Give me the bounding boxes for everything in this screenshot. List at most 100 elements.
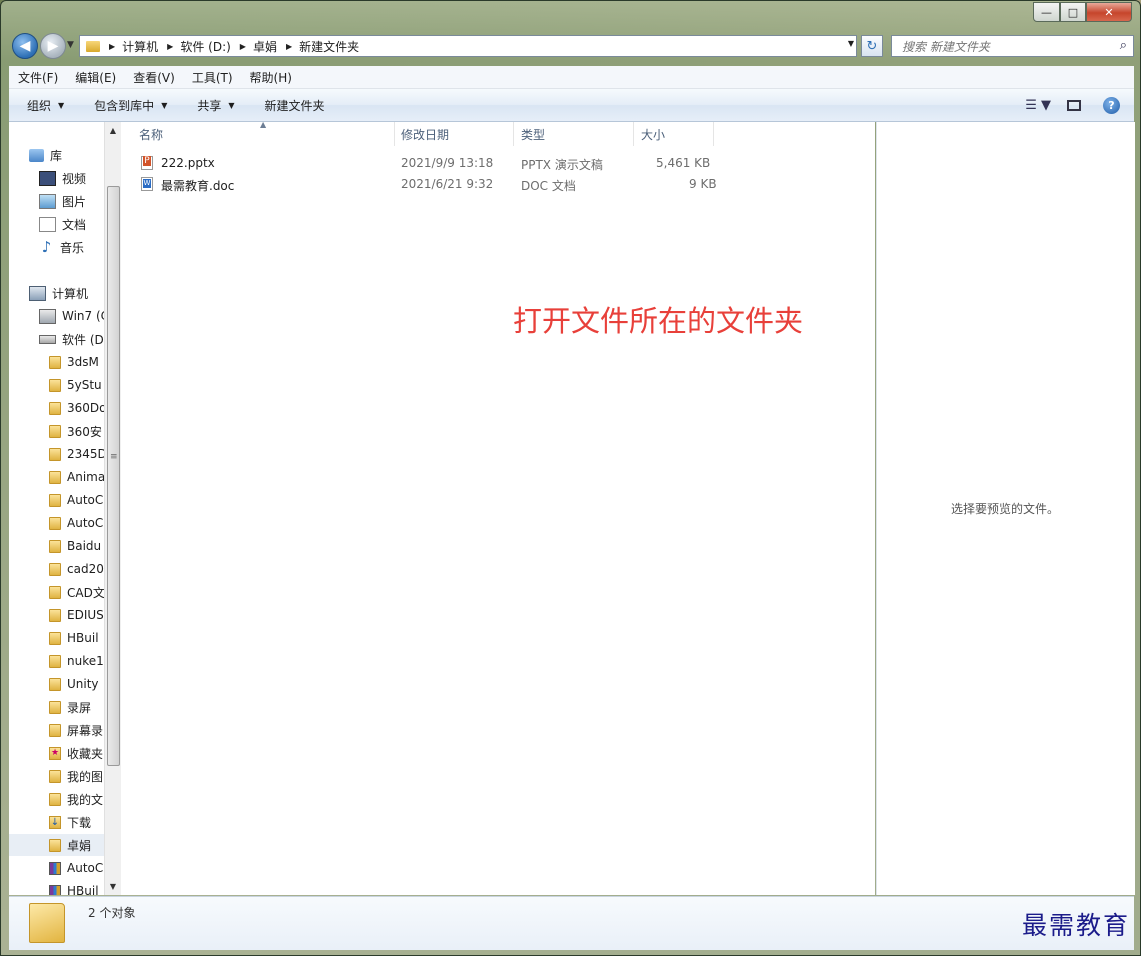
menu-bar: 文件(F) 编辑(E) 查看(V) 工具(T) 帮助(H) (9, 66, 1134, 89)
sidebar-item-folder[interactable]: AutoC (49, 489, 103, 511)
folder-icon (49, 378, 61, 392)
picture-library-icon (39, 193, 56, 209)
address-bar[interactable]: ▶ 计算机 ▶ 软件 (D:) ▶ 卓娟 ▶ 新建文件夹 ▼ (79, 35, 857, 57)
breadcrumb-arrow-icon[interactable]: ▶ (109, 42, 115, 51)
menu-file[interactable]: 文件(F) (9, 69, 66, 86)
close-button[interactable]: ✕ (1086, 2, 1132, 22)
sidebar-item-folder[interactable]: CAD文 (49, 581, 105, 603)
menu-tools[interactable]: 工具(T) (183, 69, 241, 86)
address-dropdown-icon[interactable]: ▼ (848, 39, 854, 48)
sidebar-item-folder[interactable]: 录屏 (49, 696, 91, 718)
breadcrumb-arrow-icon[interactable]: ▶ (286, 42, 292, 51)
menu-view[interactable]: 查看(V) (124, 69, 183, 86)
organize-button[interactable]: 组织 ▼ (27, 97, 64, 114)
sidebar-item-documents[interactable]: 文档 (39, 213, 86, 235)
sidebar-item-label: 我的图 (67, 769, 104, 784)
organize-label: 组织 (27, 98, 52, 113)
minimize-button[interactable]: — (1033, 2, 1060, 22)
sidebar-item-pictures[interactable]: 图片 (39, 190, 86, 212)
sidebar-item-music[interactable]: ♪ 音乐 (39, 236, 84, 258)
sidebar-item-drive-c[interactable]: Win7 (C (39, 305, 109, 327)
column-header-type[interactable]: 类型 (513, 122, 634, 146)
sidebar-item-label: AutoC (67, 516, 104, 530)
breadcrumb-zhuojuan[interactable]: 卓娟 (253, 38, 277, 55)
new-folder-button[interactable]: 新建文件夹 (265, 97, 325, 114)
sidebar-item-drive-d[interactable]: 软件 (D: (39, 328, 108, 350)
sidebar-item-label: 视频 (62, 171, 87, 186)
back-button[interactable]: ◀ (12, 33, 38, 59)
column-header-size[interactable]: 大小 (633, 122, 714, 146)
maximize-button[interactable]: □ (1060, 2, 1086, 22)
scroll-down-icon[interactable]: ▼ (105, 878, 121, 895)
sidebar-item-folder[interactable]: 360Do (49, 397, 107, 419)
view-options-icon[interactable]: ☰ ▼ (1025, 98, 1051, 113)
folder-icon (49, 447, 61, 461)
breadcrumb-arrow-icon[interactable]: ▶ (167, 42, 173, 51)
sidebar-item-library[interactable]: 库 (29, 144, 62, 166)
table-row[interactable]: 222.pptx 2021/9/9 13:18 PPTX 演示文稿 5,461 … (137, 153, 857, 174)
scroll-up-icon[interactable]: ▲ (105, 122, 121, 139)
breadcrumb-drive-d[interactable]: 软件 (D:) (180, 38, 230, 55)
file-type: DOC 文档 (521, 179, 576, 193)
computer-icon (29, 285, 46, 301)
navigation-scrollbar[interactable]: ▲ ≡ ▼ (104, 122, 121, 895)
help-icon[interactable]: ? (1103, 96, 1120, 114)
sidebar-item-folder[interactable]: ★ 收藏夹 (49, 742, 103, 764)
forward-arrow-icon: ▶ (47, 38, 59, 54)
sidebar-item-folder[interactable]: 360安 (49, 420, 102, 442)
sidebar-item-folder[interactable]: EDIUS (49, 604, 104, 626)
breadcrumb-new-folder[interactable]: 新建文件夹 (299, 38, 359, 55)
folder-icon (49, 493, 61, 507)
preview-pane: 选择要预览的文件。 (876, 122, 1135, 895)
preview-placeholder: 选择要预览的文件。 (951, 502, 1060, 516)
folder-icon (49, 539, 61, 553)
sidebar-item-label: nuke1 (67, 654, 104, 668)
table-row[interactable]: 最需教育.doc 2021/6/21 9:32 DOC 文档 9 KB (137, 174, 857, 195)
menu-edit[interactable]: 编辑(E) (66, 69, 124, 86)
sidebar-item-label: 屏幕录 (67, 723, 104, 738)
column-header-date[interactable]: 修改日期 (393, 122, 514, 146)
sidebar-item-folder[interactable]: Unity (49, 673, 99, 695)
preview-pane-icon[interactable] (1067, 99, 1081, 111)
scrollbar-thumb[interactable] (107, 186, 120, 766)
refresh-button[interactable]: ↻ (861, 35, 883, 57)
document-folder-icon (49, 769, 61, 783)
sidebar-item-label: HBuil (67, 884, 99, 895)
recent-pages-dropdown-icon[interactable]: ▼ (67, 40, 74, 50)
sidebar-item-folder[interactable]: cad20 (49, 558, 104, 580)
sidebar-item-computer[interactable]: 计算机 (29, 282, 88, 304)
video-library-icon (39, 170, 56, 186)
search-box[interactable]: ⌕ (891, 35, 1134, 57)
sidebar-item-folder[interactable]: AutoC (49, 857, 103, 879)
menu-help[interactable]: 帮助(H) (241, 69, 300, 86)
sidebar-item-folder[interactable]: HBuil (49, 880, 99, 895)
sidebar-item-folder[interactable]: 5yStu (49, 374, 102, 396)
forward-button[interactable]: ▶ (40, 33, 66, 59)
sidebar-item-videos[interactable]: 视频 (39, 167, 86, 189)
sidebar-item-folder[interactable]: AutoC (49, 512, 103, 534)
file-list: 名称 ▲ 修改日期 类型 大小 222.pptx 2021/9/9 13:18 … (121, 120, 875, 895)
folder-icon (49, 401, 61, 415)
sidebar-item-folder[interactable]: Anima (49, 466, 105, 488)
sidebar-item-label: 音乐 (60, 240, 85, 255)
sort-ascending-icon: ▲ (260, 120, 267, 129)
sidebar-item-folder[interactable]: ↓ 下载 (49, 811, 91, 833)
search-input[interactable] (900, 37, 1104, 57)
file-type: PPTX 演示文稿 (521, 158, 603, 172)
annotation-text: 打开文件所在的文件夹 (513, 304, 804, 338)
sidebar-item-folder[interactable]: 3dsM (49, 351, 99, 373)
sidebar-item-folder[interactable]: 我的文 (49, 788, 103, 810)
sidebar-item-folder[interactable]: 2345D (49, 443, 107, 465)
sidebar-item-folder[interactable]: 屏幕录 (49, 719, 103, 741)
search-icon[interactable]: ⌕ (1120, 38, 1127, 53)
breadcrumb-arrow-icon[interactable]: ▶ (240, 42, 246, 51)
sidebar-item-folder[interactable]: nuke1 (49, 650, 104, 672)
powerpoint-file-icon (141, 156, 153, 170)
sidebar-item-folder[interactable]: HBuil (49, 627, 99, 649)
breadcrumb-computer[interactable]: 计算机 (122, 38, 158, 55)
share-button[interactable]: 共享 ▼ (197, 97, 234, 114)
include-in-library-button[interactable]: 包含到库中 ▼ (94, 97, 167, 114)
sidebar-item-folder[interactable]: Baidu (49, 535, 101, 557)
sidebar-item-folder[interactable]: 我的图 (49, 765, 103, 787)
window-controls: — □ ✕ (1033, 2, 1132, 22)
